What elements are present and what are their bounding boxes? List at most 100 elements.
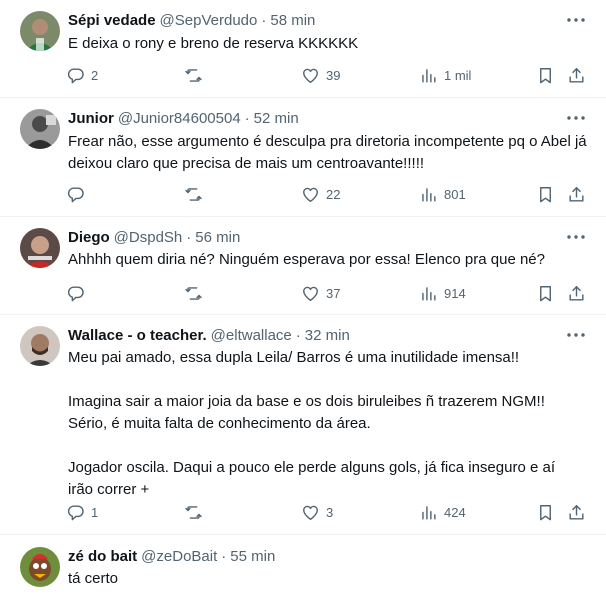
share-button[interactable] [567,64,586,86]
retweet-button[interactable] [184,501,209,523]
bookmark-icon [536,503,555,522]
bookmark-button[interactable] [536,501,555,523]
reply-button[interactable] [66,183,91,205]
views-button[interactable]: 424 [419,501,466,523]
like-icon [301,185,320,204]
views-count: 914 [444,285,466,301]
like-button[interactable]: 22 [301,183,340,205]
timestamp[interactable]: 58 min [270,12,315,29]
separator-dot: · [295,326,301,344]
author-name[interactable]: Sépi vedade [68,12,156,29]
like-count: 37 [326,285,341,301]
author-handle[interactable]: @eltwallace [211,327,292,344]
avatar[interactable] [20,228,60,268]
more-icon [567,235,585,239]
author-name[interactable]: zé do bait [68,548,137,565]
more-options-button[interactable] [566,227,586,247]
share-icon [567,185,586,204]
author-name[interactable]: Junior [68,110,114,127]
share-button[interactable] [567,501,586,523]
author-handle[interactable]: @DspdSh [114,229,183,246]
share-button[interactable] [567,282,586,304]
separator-dot: · [186,228,192,246]
tweet-text: Meu pai amado, essa dupla Leila/ Barros … [68,349,555,498]
action-bar: 22 801 [60,183,594,205]
author-name[interactable]: Wallace - o teacher. [68,327,207,344]
bookmark-icon [536,185,555,204]
bookmark-button[interactable] [536,183,555,205]
avatar[interactable] [20,547,60,587]
views-count: 424 [444,504,466,520]
views-button[interactable]: 801 [419,183,466,205]
tweet[interactable]: zé do bait @zeDoBait · 55 min tá certo [0,535,606,605]
tweet[interactable]: Diego @DspdSh · 56 min Ahhhh quem diria … [0,217,606,315]
share-icon [567,66,586,85]
action-bar: 37 914 [60,282,594,304]
bookmark-button[interactable] [536,282,555,304]
reply-icon [66,185,85,204]
author-handle[interactable]: @Junior84600504 [118,110,241,127]
like-icon [301,503,320,522]
views-icon [419,284,438,303]
action-bar: 2 39 1 mil [60,64,594,86]
like-button[interactable]: 39 [301,64,340,86]
like-count: 39 [326,67,341,83]
avatar[interactable] [20,11,60,51]
tweet-header: Junior @Junior84600504 · 52 min [68,108,299,128]
retweet-button[interactable] [184,282,209,304]
views-button[interactable]: 914 [419,282,466,304]
more-options-button[interactable] [566,10,586,30]
separator-dot: · [261,11,267,29]
tweet-header: zé do bait @zeDoBait · 55 min [68,546,275,566]
bookmark-button[interactable] [536,64,555,86]
author-name[interactable]: Diego [68,229,110,246]
tweet-text: Ahhhh quem diria né? Ninguém esperava po… [68,251,545,268]
bookmark-icon [536,66,555,85]
reply-button[interactable] [66,282,91,304]
author-handle[interactable]: @zeDoBait [141,548,217,565]
like-button[interactable]: 37 [301,282,340,304]
share-button[interactable] [567,183,586,205]
retweet-button[interactable] [184,64,209,86]
reply-icon [66,503,85,522]
tweet-text: tá certo [68,570,119,587]
timestamp[interactable]: 52 min [254,110,299,127]
author-handle[interactable]: @SepVerdudo [160,12,258,29]
separator-dot: · [244,109,250,127]
timestamp[interactable]: 56 min [195,229,240,246]
timestamp[interactable]: 32 min [305,327,350,344]
retweet-icon [184,185,203,204]
views-icon [419,185,438,204]
reply-button[interactable]: 1 [66,501,98,523]
retweet-icon [184,503,203,522]
reply-button[interactable]: 2 [66,64,98,86]
retweet-button[interactable] [184,183,209,205]
tweet[interactable]: Wallace - o teacher. @eltwallace · 32 mi… [0,315,606,535]
more-icon [567,18,585,22]
avatar[interactable] [20,326,60,366]
tweet-header: Diego @DspdSh · 56 min [68,227,240,247]
more-icon [567,116,585,120]
tweet-text: E deixa o rony e breno de reserva KKKKKK [68,35,359,52]
reply-icon [66,66,85,85]
views-icon [419,66,438,85]
tweet[interactable]: Junior @Junior84600504 · 52 min Frear nã… [0,98,606,217]
views-icon [419,503,438,522]
separator-dot: · [221,547,227,565]
views-button[interactable]: 1 mil [419,64,471,86]
like-button[interactable]: 3 [301,501,333,523]
share-icon [567,503,586,522]
avatar[interactable] [20,109,60,149]
reply-feed: Sépi vedade @SepVerdudo · 58 min E deixa… [0,0,606,605]
more-options-button[interactable] [566,325,586,345]
timestamp[interactable]: 55 min [230,548,275,565]
tweet[interactable]: Sépi vedade @SepVerdudo · 58 min E deixa… [0,0,606,98]
tweet-header: Wallace - o teacher. @eltwallace · 32 mi… [68,325,350,345]
like-icon [301,66,320,85]
tweet-text: Frear não, esse argumento é desculpa pra… [68,133,591,172]
retweet-icon [184,66,203,85]
more-icon [567,333,585,337]
more-options-button[interactable] [566,108,586,128]
reply-count: 2 [91,67,99,83]
share-icon [567,284,586,303]
